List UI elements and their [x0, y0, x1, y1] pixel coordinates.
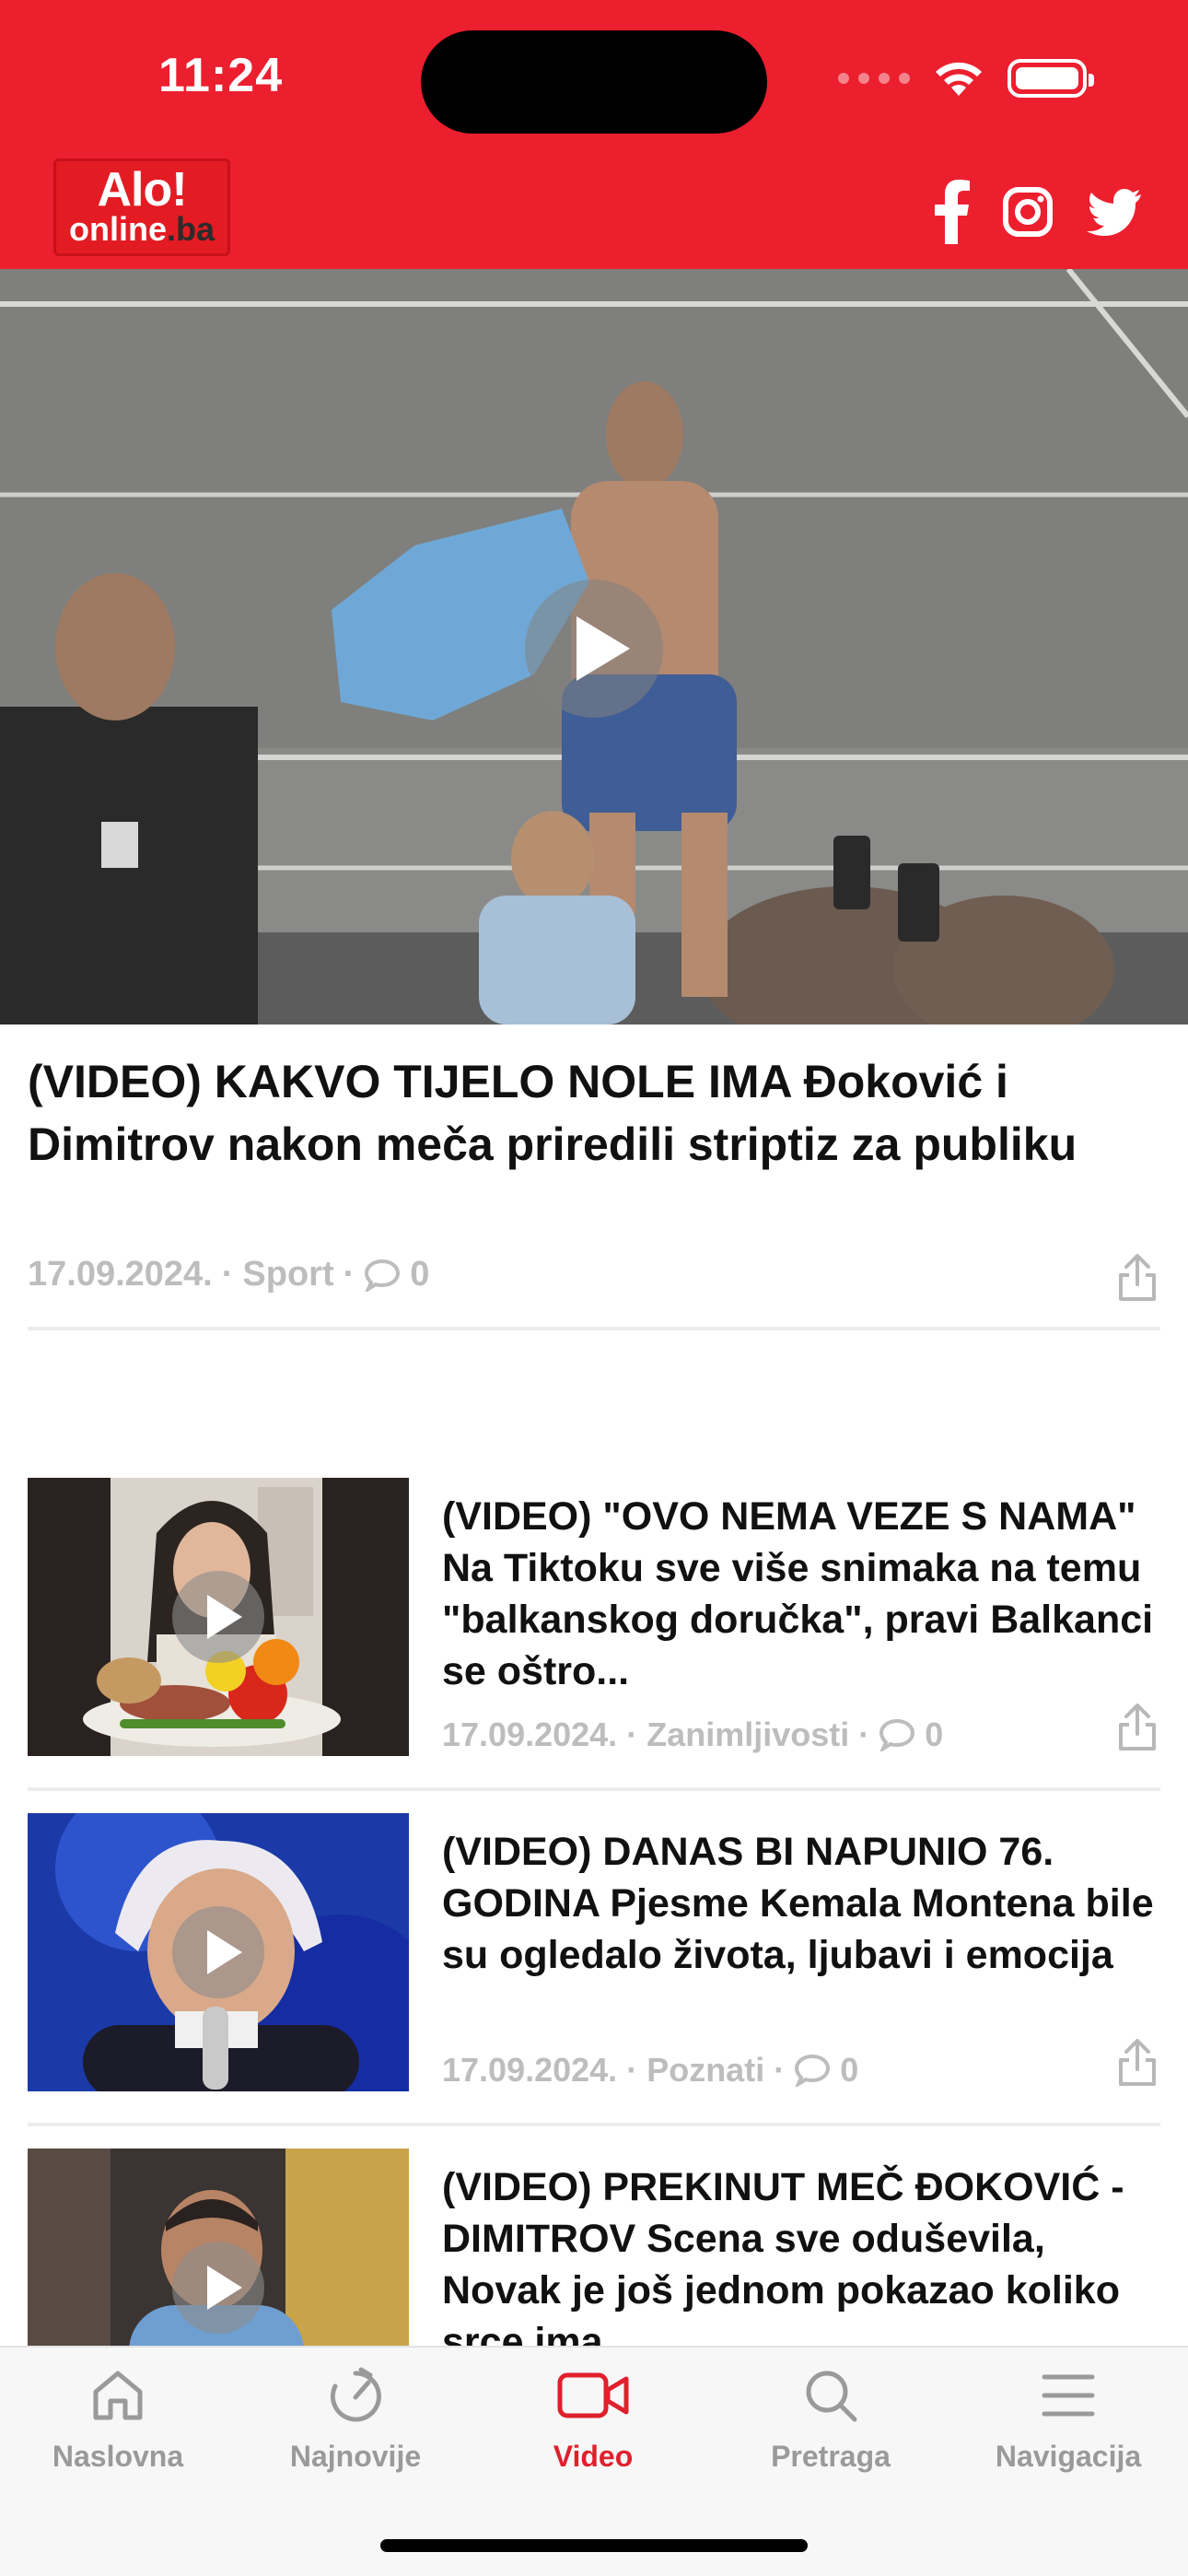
video-camera-icon — [557, 2372, 629, 2418]
home-icon — [93, 2371, 143, 2420]
article-thumbnail[interactable] — [28, 1478, 409, 1756]
tab-pretraga[interactable]: Pretraga — [729, 2366, 932, 2474]
play-icon[interactable] — [172, 2242, 264, 2334]
article-title[interactable]: (VIDEO) "OVO NEMA VEZE S NAMA" Na Tiktok… — [442, 1491, 1160, 1697]
article-thumbnail[interactable] — [28, 2149, 409, 2351]
instagram-icon[interactable] — [1002, 186, 1054, 238]
facebook-icon[interactable] — [934, 180, 971, 244]
article-thumbnail[interactable] — [28, 1813, 409, 2091]
hero-meta: 17.09.2024. · Sport · 0 — [28, 1255, 430, 1294]
article-date: 17.09.2024. — [28, 1255, 213, 1294]
share-icon[interactable] — [1116, 1703, 1159, 1752]
status-indicators — [838, 59, 1094, 98]
tab-naslovna[interactable]: Naslovna — [17, 2366, 219, 2474]
comment-count: 0 — [840, 2051, 859, 2089]
hero-title[interactable]: (VIDEO) KAKVO TIJELO NOLE IMA Đoković i … — [28, 1050, 1142, 1176]
article-date: 17.09.2024. — [442, 1715, 618, 1753]
article-meta: 17.09.2024. · Poznati · 0 — [442, 2051, 859, 2090]
article-meta: 17.09.2024. · Zanimljivosti · 0 — [442, 1715, 944, 1754]
share-icon[interactable] — [1116, 2038, 1159, 2088]
divider — [28, 2123, 1160, 2126]
tab-najnovije[interactable]: Najnovije — [254, 2366, 457, 2474]
play-icon[interactable] — [172, 1571, 264, 1663]
tab-navigacija[interactable]: Navigacija — [967, 2366, 1170, 2474]
list-item[interactable]: (VIDEO) PREKINUT MEČ ĐOKOVIĆ - DIMITROV … — [0, 2149, 1188, 2351]
list-item[interactable]: (VIDEO) "OVO NEMA VEZE S NAMA" Na Tiktok… — [0, 1478, 1188, 1782]
site-logo[interactable]: Alo! online.ba — [53, 158, 230, 256]
comment-icon — [365, 1259, 401, 1292]
comment-count: 0 — [925, 1715, 944, 1753]
comment-icon — [879, 1718, 915, 1751]
play-icon[interactable] — [525, 580, 663, 718]
article-category[interactable]: Poznati — [646, 2051, 764, 2090]
comment-icon — [795, 2054, 831, 2087]
article-title[interactable]: (VIDEO) PREKINUT MEČ ĐOKOVIĆ - DIMITROV … — [442, 2161, 1160, 2351]
stopwatch-icon — [330, 2367, 381, 2422]
share-icon[interactable] — [1116, 1253, 1159, 1303]
tab-video[interactable]: Video — [492, 2366, 694, 2474]
article-date: 17.09.2024. — [442, 2051, 618, 2089]
divider — [28, 1787, 1160, 1791]
menu-icon — [1042, 2374, 1095, 2417]
divider — [28, 1327, 1160, 1330]
comment-count: 0 — [410, 1255, 430, 1294]
article-category[interactable]: Zanimljivosti — [646, 1715, 849, 1754]
article-title[interactable]: (VIDEO) DANAS BI NAPUNIO 76. GODINA Pjes… — [442, 1826, 1160, 2032]
status-time: 11:24 — [158, 49, 284, 102]
hero-video-thumbnail[interactable] — [0, 269, 1188, 1025]
dynamic-island — [421, 30, 767, 134]
home-indicator[interactable] — [380, 2539, 808, 2552]
wifi-icon — [936, 62, 982, 96]
search-icon — [806, 2371, 857, 2422]
play-icon[interactable] — [172, 1906, 264, 1998]
battery-icon — [1007, 59, 1094, 98]
app-header: 11:24 Alo! online.ba — [0, 0, 1188, 269]
cellular-signal-icon — [838, 73, 910, 84]
article-category[interactable]: Sport — [242, 1255, 333, 1294]
twitter-icon[interactable] — [1085, 188, 1142, 236]
social-links — [934, 180, 1142, 244]
list-item[interactable]: (VIDEO) DANAS BI NAPUNIO 76. GODINA Pjes… — [0, 1813, 1188, 2117]
